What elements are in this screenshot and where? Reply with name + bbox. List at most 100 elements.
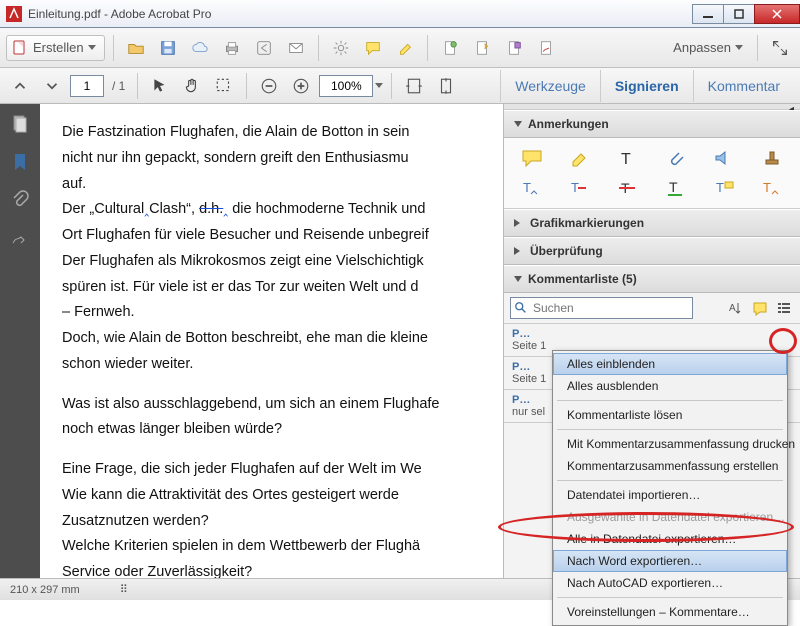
- menu-export-to-autocad[interactable]: Nach AutoCAD exportieren…: [553, 572, 787, 594]
- email-button[interactable]: [282, 34, 310, 62]
- annotation-tools: T T T T T T T: [504, 138, 800, 209]
- menu-preferences[interactable]: Voreinstellungen – Kommentare…: [553, 601, 787, 623]
- left-rail: [0, 104, 40, 578]
- document-view[interactable]: Die Fastzination Flughafen, die Alain de…: [40, 104, 504, 578]
- doc-line: Die Fastzination Flughafen, die Alain de…: [62, 124, 409, 140]
- fullscreen-button[interactable]: [766, 34, 794, 62]
- menu-detach-list[interactable]: Kommentarliste lösen: [553, 404, 787, 426]
- page-number-input[interactable]: [70, 75, 104, 97]
- open-file-button[interactable]: [122, 34, 150, 62]
- menu-show-all[interactable]: Alles einblenden: [553, 353, 787, 375]
- audio-tool[interactable]: [708, 148, 740, 168]
- insert-text-tool[interactable]: T: [516, 178, 548, 198]
- strikeout-tool[interactable]: T: [612, 178, 644, 198]
- hand-tool-button[interactable]: [178, 72, 206, 100]
- underline-tool[interactable]: T: [660, 178, 692, 198]
- comment-search-row: A: [504, 293, 800, 324]
- svg-text:T: T: [763, 180, 771, 195]
- highlight-button[interactable]: [391, 34, 419, 62]
- zoom-out-button[interactable]: [255, 72, 283, 100]
- note-button[interactable]: [359, 34, 387, 62]
- text-correction-tool[interactable]: T: [756, 178, 788, 198]
- comment-link[interactable]: Kommentar: [693, 70, 794, 102]
- tools-link[interactable]: Werkzeuge: [500, 70, 600, 102]
- doc-line: Zusatznutzen werden?: [62, 513, 209, 529]
- sticky-note-tool[interactable]: [516, 148, 548, 168]
- page-count-label: / 1: [108, 79, 129, 93]
- signatures-icon[interactable]: [10, 228, 30, 248]
- select-tool-button[interactable]: [146, 72, 174, 100]
- pages-thumbnails-icon[interactable]: [10, 114, 30, 134]
- doc-line: nicht nur ihn gepackt, sondern greift de…: [62, 150, 409, 166]
- maximize-button[interactable]: [723, 4, 755, 24]
- page-sign-button[interactable]: [532, 34, 560, 62]
- attachments-icon[interactable]: [10, 190, 30, 210]
- replace-text-tool[interactable]: T: [564, 178, 596, 198]
- minimize-button[interactable]: [692, 4, 724, 24]
- menu-export-to-word[interactable]: Nach Word exportieren…: [553, 550, 787, 572]
- doc-line: die hochmoderne Technik und: [228, 201, 425, 217]
- page-down-button[interactable]: [38, 72, 66, 100]
- doc-line: Eine Frage, die sich jeder Flughafen auf…: [62, 461, 422, 477]
- navigation-toolbar: / 1 Werkzeuge Signieren Kommentar: [0, 68, 800, 104]
- gear-button[interactable]: [327, 34, 355, 62]
- create-button[interactable]: Erstellen: [6, 35, 105, 61]
- strike-text: d.h.: [199, 201, 223, 217]
- menu-create-summary[interactable]: Kommentarzusammenfassung erstellen: [553, 455, 787, 477]
- page-tool2-button[interactable]: [468, 34, 496, 62]
- customize-label: Anpassen: [673, 40, 731, 55]
- right-tab-links: Werkzeuge Signieren Kommentar: [500, 70, 794, 102]
- doc-line: Ort Flughafen für viele Besucher und Rei…: [62, 227, 429, 243]
- menu-import-data[interactable]: Datendatei importieren…: [553, 484, 787, 506]
- share-button[interactable]: [250, 34, 278, 62]
- search-icon: [514, 301, 528, 315]
- options-context-menu: Alles einblenden Alles ausblenden Kommen…: [552, 350, 788, 626]
- title-bar: Einleitung.pdf - Adobe Acrobat Pro: [0, 0, 800, 28]
- doc-line: noch etwas länger bleiben würde?: [62, 421, 282, 437]
- doc-line: – Fernweh.: [62, 304, 135, 320]
- doc-line: schon wieder weiter.: [62, 356, 193, 372]
- print-button[interactable]: [218, 34, 246, 62]
- chevron-down-icon[interactable]: [375, 83, 383, 88]
- zoom-in-button[interactable]: [287, 72, 315, 100]
- options-menu-button[interactable]: [774, 298, 794, 318]
- close-button[interactable]: [754, 4, 800, 24]
- draw-markings-header[interactable]: Grafikmarkierungen: [504, 209, 800, 237]
- fit-page-button[interactable]: [432, 72, 460, 100]
- page-tool3-button[interactable]: [500, 34, 528, 62]
- review-header[interactable]: Überprüfung: [504, 237, 800, 265]
- bookmarks-icon[interactable]: [10, 152, 30, 172]
- page-tool1-button[interactable]: [436, 34, 464, 62]
- status-separator: ⠿: [120, 583, 128, 596]
- menu-hide-all[interactable]: Alles ausblenden: [553, 375, 787, 397]
- doc-line: Clash“,: [149, 201, 199, 217]
- comment-list-header[interactable]: Kommentarliste (5): [504, 265, 800, 293]
- fit-width-button[interactable]: [400, 72, 428, 100]
- stamp-tool[interactable]: [756, 148, 788, 168]
- page-up-button[interactable]: [6, 72, 34, 100]
- customize-button[interactable]: Anpassen: [667, 36, 749, 59]
- menu-export-selected: Ausgewählte in Datendatei exportieren…: [553, 506, 787, 528]
- doc-line: Welche Kriterien spielen in dem Wettbewe…: [62, 538, 420, 554]
- save-button[interactable]: [154, 34, 182, 62]
- menu-export-all-data[interactable]: Alle in Datendatei exportieren…: [553, 528, 787, 550]
- window-title: Einleitung.pdf - Adobe Acrobat Pro: [28, 7, 211, 21]
- add-note-to-text-tool[interactable]: T: [708, 178, 740, 198]
- highlight-tool[interactable]: [564, 148, 596, 168]
- marquee-zoom-button[interactable]: [210, 72, 238, 100]
- doc-line: Der Flughafen als Mikrokosmos zeigt eine…: [62, 253, 424, 269]
- svg-text:T: T: [669, 179, 678, 195]
- sign-link[interactable]: Signieren: [600, 70, 693, 102]
- zoom-value-input[interactable]: [319, 75, 373, 97]
- cloud-button[interactable]: [186, 34, 214, 62]
- acrobat-icon: [6, 6, 22, 22]
- sort-button[interactable]: A: [726, 298, 746, 318]
- text-tool[interactable]: T: [612, 148, 644, 168]
- main-toolbar: Erstellen Anpassen: [0, 28, 800, 68]
- svg-text:T: T: [571, 180, 579, 195]
- attach-tool[interactable]: [660, 148, 692, 168]
- comment-search-input[interactable]: [510, 297, 693, 319]
- filter-button[interactable]: [750, 298, 770, 318]
- annotations-header[interactable]: Anmerkungen: [504, 110, 800, 138]
- menu-print-summary[interactable]: Mit Kommentarzusammenfassung drucken: [553, 433, 787, 455]
